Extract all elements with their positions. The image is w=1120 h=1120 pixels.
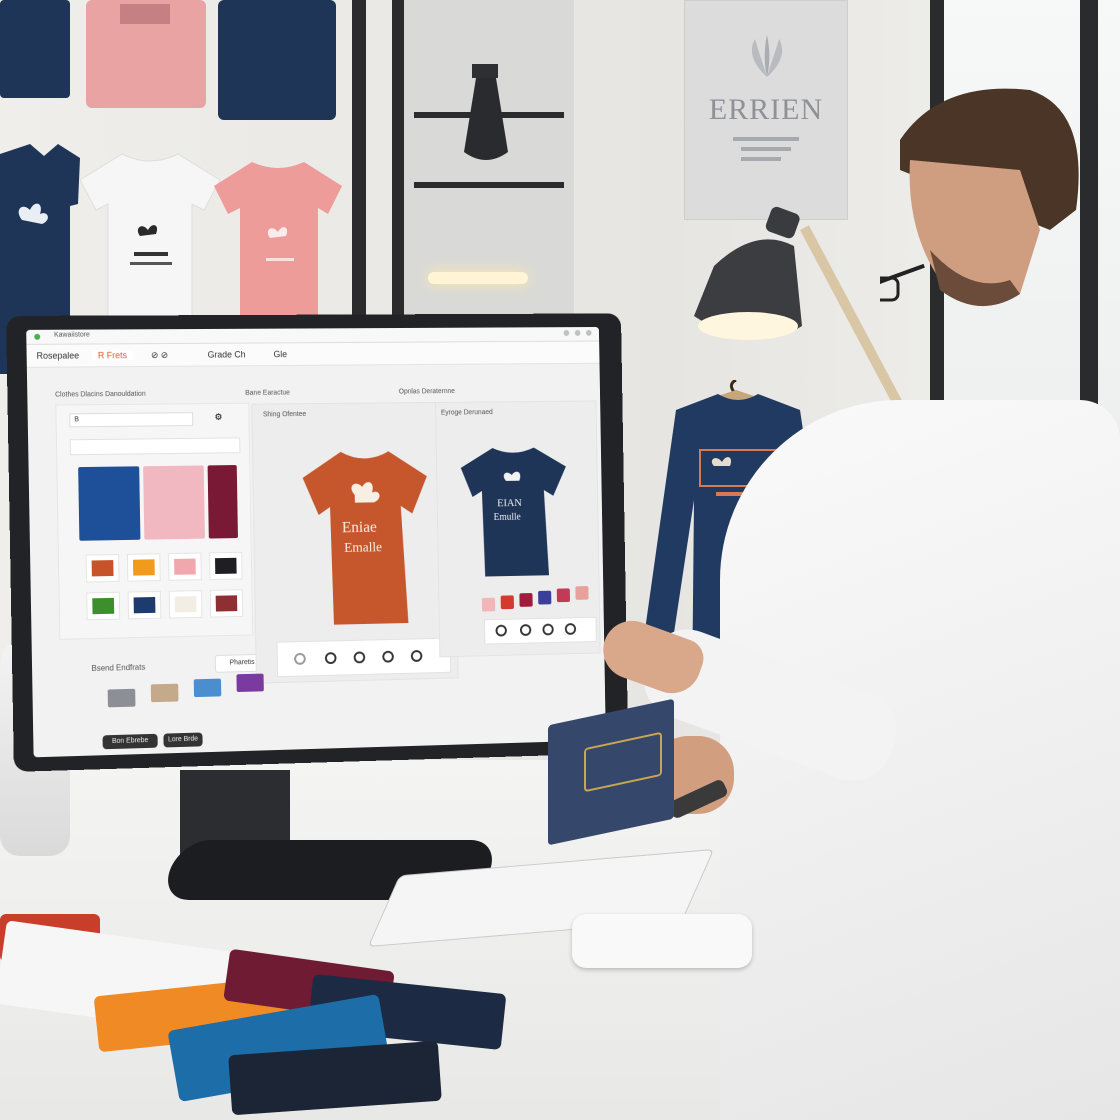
swatch-fill <box>174 596 197 613</box>
close-button[interactable] <box>585 329 592 336</box>
sign-brand-text: ERRIEN <box>708 93 824 126</box>
palette-swatch-3[interactable] <box>236 673 264 693</box>
floor-lamp-head <box>694 206 802 340</box>
wall-lamp <box>464 64 508 160</box>
swatch-large-1[interactable] <box>143 465 205 540</box>
print-line-1: Eniae <box>342 519 377 536</box>
swatch-small-row2-0[interactable] <box>86 591 121 621</box>
filter-bar[interactable] <box>69 437 241 456</box>
color-strip-swatch-2[interactable] <box>519 593 533 607</box>
footer-button-2[interactable]: Lore Brde <box>163 732 203 748</box>
tab-0[interactable]: Rosepalee <box>36 351 79 361</box>
settings-icon[interactable]: ⚙ <box>214 412 222 423</box>
swatch-small-row2-2[interactable] <box>168 590 203 619</box>
swatch-fill <box>174 558 196 575</box>
swatch-fill <box>215 595 238 612</box>
color-strip-swatch-4[interactable] <box>556 588 571 603</box>
swatch-small-row1-2[interactable] <box>168 552 202 581</box>
center-panel-subtitle: Shing Ofentee <box>262 411 307 419</box>
shelf-light <box>428 272 528 284</box>
person-head <box>880 88 1079 307</box>
hanging-tshirt-navy <box>218 0 336 120</box>
maximize-button[interactable] <box>574 329 581 336</box>
right-panel-header: Opnlas Deraternne <box>398 388 455 396</box>
swatch-fill <box>78 466 141 541</box>
swatch-fill <box>133 596 156 614</box>
swatch-small-row1-1[interactable] <box>126 553 161 582</box>
color-strip-swatch-0[interactable] <box>481 597 496 612</box>
print-line-1: EIAN <box>497 497 522 509</box>
app-screen: Kawaiistore Rosepalee R Frets ⊘ ⊘ Grade … <box>26 327 606 758</box>
swatch-fill <box>207 465 238 539</box>
swatch-small-row2-1[interactable] <box>127 590 162 620</box>
sign-line <box>741 157 781 161</box>
monitor: Kawaiistore Rosepalee R Frets ⊘ ⊘ Grade … <box>6 313 629 772</box>
swatch-fill <box>143 465 205 540</box>
search-input[interactable]: B <box>69 412 194 428</box>
tab-3[interactable]: Gle <box>273 349 287 359</box>
swatch-small-row1-0[interactable] <box>85 554 120 583</box>
right-panel-subtitle: Eyroge Derunaed <box>440 409 493 417</box>
leaf-logo-icon <box>751 35 783 77</box>
palette-swatch-1[interactable] <box>150 683 179 703</box>
swatch-fill <box>132 559 155 576</box>
palette-swatch-2[interactable] <box>193 678 222 698</box>
tab-2[interactable]: Grade Ch <box>208 349 246 359</box>
color-strip-swatch-5[interactable] <box>575 586 589 600</box>
app-window-title: Kawaiistore <box>54 331 90 339</box>
person-shirt <box>720 400 1120 1120</box>
clothing-rack-post <box>392 0 404 320</box>
palette-swatch-0[interactable] <box>107 688 136 708</box>
print-line-2: Emalle <box>344 540 382 555</box>
swatch-fill <box>91 560 114 577</box>
tshirt-preview-navy[interactable]: EIAN Emulle <box>455 441 574 579</box>
bottom-section-label: Bsend Endfrats <box>91 662 146 673</box>
minimize-button[interactable] <box>563 330 570 336</box>
hanging-tshirt-pink <box>86 0 206 108</box>
footer-button-1[interactable]: Bon Ebrebe <box>102 733 158 750</box>
sign-line <box>741 147 791 151</box>
sign-line <box>733 137 799 141</box>
swatch-large-0[interactable] <box>78 466 141 541</box>
swatch-fill <box>215 557 237 575</box>
swatch-small-row2-3[interactable] <box>209 589 244 618</box>
color-strip-swatch-1[interactable] <box>500 595 514 610</box>
clothing-rack-post <box>352 0 366 320</box>
trackpad <box>572 914 752 968</box>
print-line-2: Emulle <box>494 512 522 523</box>
center-panel-header: Bane Earactue <box>245 389 291 397</box>
hanging-tshirt-white <box>80 153 221 320</box>
brand-sign: ERRIEN <box>684 0 848 220</box>
left-panel-header: Clothes Dlacins Danouldation <box>55 390 146 399</box>
tshirt-preview-orange[interactable]: Eniae Emalle <box>292 441 438 630</box>
hanging-tshirt-navy <box>0 0 70 98</box>
app-status-dot <box>34 333 41 340</box>
tab-1[interactable]: R Frets <box>91 350 133 361</box>
swatch-fill <box>92 597 115 615</box>
color-strip-swatch-3[interactable] <box>538 590 552 605</box>
shelf-bar <box>414 182 564 188</box>
swatch-small-row1-3[interactable] <box>209 551 243 581</box>
tab-bar: Rosepalee R Frets ⊘ ⊘ Grade Ch Gle <box>26 341 600 368</box>
hanging-tshirt-pink <box>214 162 342 318</box>
tab-icon[interactable]: ⊘ ⊘ <box>151 350 168 361</box>
